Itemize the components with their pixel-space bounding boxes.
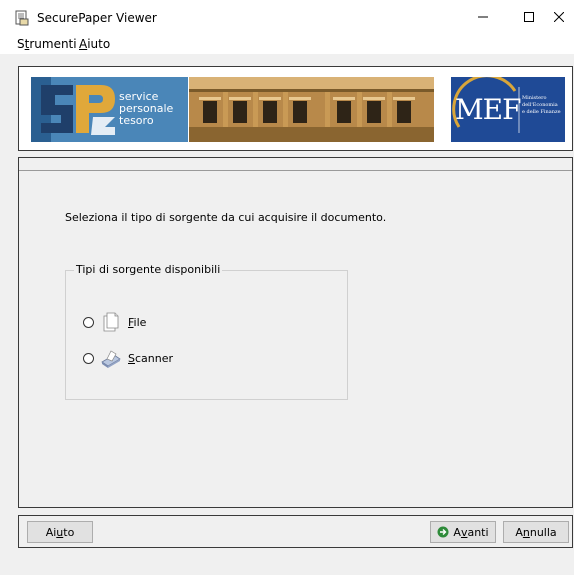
minimize-button[interactable] [460,0,506,34]
menu-aiuto-accel: A [79,37,88,51]
close-icon [554,12,564,22]
scanner-icon [101,350,121,368]
cancel-label-a: A [515,525,523,539]
mef-sub-line-1: Ministero [522,95,547,101]
mef-sub-line-2: dell'Economia [522,102,558,108]
file-label-rest: ile [133,315,147,329]
window-title: SecurePaper Viewer [37,11,157,25]
header-banner: service personale tesoro MEF Ministero d… [18,66,573,151]
spt-logo: service personale tesoro [31,77,188,142]
mef-subtitle: Ministero dell'Economia e delle Finanze [522,95,564,116]
menu-strumenti-label-b: rumenti [29,37,77,51]
file-radio[interactable] [83,316,94,328]
source-type-group: Tipi di sorgente disponibili File Scanne… [65,263,348,400]
scanner-label-rest: canner [134,351,174,365]
spt-line-tesoro: tesoro [119,114,154,127]
go-arrow-icon [437,526,449,538]
file-label: File [128,316,146,329]
menu-strumenti[interactable]: Strumenti [17,37,77,51]
help-label-accel: u [56,525,64,539]
cancel-label-accel: n [522,525,530,539]
scanner-label: Scanner [128,352,173,365]
wizard-content-panel: Seleziona il tipo di sorgente da cui acq… [18,157,573,508]
help-label-b: to [63,525,75,539]
help-label-a: Ai [45,525,57,539]
next-label-b: anti [467,525,489,539]
mef-logo: MEF Ministero dell'Economia e delle Fina… [451,77,565,142]
menu-strumenti-label-a: S [17,37,25,51]
help-button[interactable]: Ai u to [27,521,93,543]
option-file[interactable]: File [83,311,146,333]
cancel-button[interactable]: An nulla [503,521,569,543]
menu-aiuto[interactable]: Aiuto [79,37,110,51]
ministry-building-photo [189,77,434,142]
app-document-icon [15,10,29,26]
minimize-icon [478,16,488,18]
scanner-label-accel: S [128,351,135,365]
spt-logo-text: service personale tesoro [119,91,173,127]
mef-wordmark: MEF [455,93,522,126]
menu-aiuto-label: iuto [87,37,111,51]
menu-bar: Strumenti Aiuto [0,34,574,54]
mef-sub-line-3: e delle Finanze [522,109,561,115]
scanner-radio[interactable] [83,352,94,364]
document-file-icon [103,312,119,332]
app-window: SecurePaper Viewer Strumenti Aiuto servi… [0,0,574,575]
cancel-label-b: nulla [529,525,557,539]
source-type-group-legend: Tipi di sorgente disponibili [74,263,223,276]
building-facade-graphic [189,77,434,142]
content-divider [19,170,572,171]
close-button[interactable] [544,0,574,34]
next-button[interactable]: Av anti [430,521,496,543]
wizard-button-bar: Ai u to Av anti An nulla [18,515,573,548]
maximize-icon [524,12,534,22]
instruction-text: Seleziona il tipo di sorgente da cui acq… [65,211,387,224]
option-scanner[interactable]: Scanner [83,347,173,369]
title-bar[interactable]: SecurePaper Viewer [0,0,574,34]
window-bottom-edge [0,548,574,575]
next-label-a: A [453,525,461,539]
